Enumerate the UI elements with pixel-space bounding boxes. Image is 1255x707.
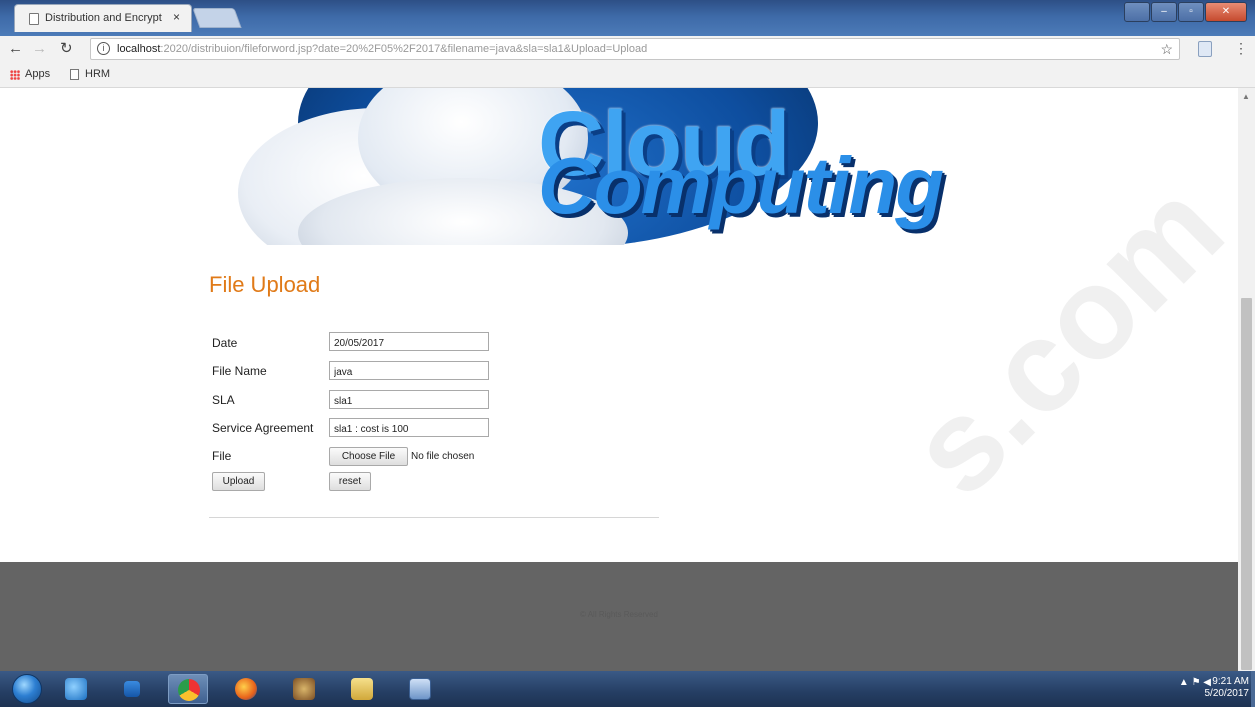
bookmark-hrm[interactable]: HRM <box>85 68 110 80</box>
window-controls: – ▫ ✕ <box>1123 2 1247 22</box>
media-player-icon <box>124 681 140 697</box>
cloud-computing-banner: Cloud Computing <box>238 88 994 245</box>
tab-title: Distribution and Encrypt <box>45 12 162 24</box>
clock-date: 5/20/2017 <box>1204 688 1250 699</box>
clock[interactable]: 9:21 AM 5/20/2017 <box>1205 676 1250 700</box>
footer-text: © All Rights Reserved <box>580 610 658 619</box>
document-icon <box>409 678 431 700</box>
maximize-button[interactable]: ▫ <box>1178 2 1204 22</box>
windows-taskbar: ▲ ⚑ ◀ 9:21 AM 5/20/2017 <box>0 671 1255 707</box>
menu-icon[interactable]: ⋮ <box>1234 40 1248 57</box>
page-footer: © All Rights Reserved <box>0 562 1238 671</box>
browser-tab[interactable]: Distribution and Encrypt × <box>14 4 192 32</box>
taskbar-firefox[interactable] <box>226 674 266 704</box>
taskbar-explorer[interactable] <box>342 674 382 704</box>
back-icon[interactable]: ← <box>8 40 23 58</box>
application-icon <box>293 678 315 700</box>
date-field[interactable] <box>329 332 489 351</box>
taskbar-chrome[interactable] <box>168 674 208 704</box>
file-name-label: File Name <box>212 364 267 378</box>
url-host: localhost <box>117 43 161 55</box>
service-agreement-label: Service Agreement <box>212 421 314 435</box>
page-title: File Upload <box>209 272 321 297</box>
no-file-text: No file chosen <box>411 451 475 462</box>
minimize-button[interactable]: – <box>1151 2 1177 22</box>
reload-icon[interactable]: ↻ <box>60 40 73 58</box>
folder-icon <box>351 678 373 700</box>
sla-label: SLA <box>212 393 235 407</box>
info-icon[interactable]: i <box>97 42 110 55</box>
taskbar-ie[interactable] <box>56 674 96 704</box>
page-viewport: Cloud Computing File Upload Date File Na… <box>0 88 1255 671</box>
choose-file-button[interactable]: Choose File <box>329 447 408 466</box>
browser-window: Distribution and Encrypt × – ▫ ✕ ← → ↻ i… <box>0 0 1255 707</box>
banner-word-computing: Computing <box>538 141 944 230</box>
apps-grid-icon <box>10 70 20 80</box>
reset-button[interactable]: reset <box>329 472 371 491</box>
bookmark-apps[interactable]: Apps <box>25 68 50 80</box>
chrome-icon <box>178 679 200 701</box>
taskbar-media[interactable] <box>112 674 152 704</box>
upload-button[interactable]: Upload <box>212 472 265 491</box>
page-icon <box>70 69 79 80</box>
taskbar-app[interactable] <box>284 674 324 704</box>
browser-toolbar: ← → ↻ i localhost:2020/distribuion/filef… <box>0 36 1255 62</box>
service-agreement-field[interactable] <box>329 418 489 437</box>
forward-icon[interactable]: → <box>32 40 47 58</box>
tab-strip: Distribution and Encrypt × – ▫ ✕ <box>0 0 1255 36</box>
url-path: :2020/distribuion/fileforword.jsp?date=2… <box>160 43 648 55</box>
url-text: localhost:2020/distribuion/fileforword.j… <box>117 43 647 55</box>
internet-explorer-icon <box>65 678 87 700</box>
form-divider <box>209 517 659 518</box>
profile-icon[interactable] <box>1124 2 1150 22</box>
sla-field[interactable] <box>329 390 489 409</box>
bookmark-star-icon[interactable]: ☆ <box>1160 41 1173 58</box>
scrollbar-thumb[interactable] <box>1241 298 1252 670</box>
tab-close-icon[interactable]: × <box>173 10 180 24</box>
file-name-field[interactable] <box>329 361 489 380</box>
taskbar-word[interactable] <box>400 674 440 704</box>
new-tab-button[interactable] <box>192 8 242 28</box>
bookmarks-bar: Apps HRM <box>0 62 1255 88</box>
close-window-button[interactable]: ✕ <box>1205 2 1247 22</box>
clock-time: 9:21 AM <box>1212 676 1249 687</box>
file-label: File <box>212 449 232 463</box>
page-icon <box>29 13 39 25</box>
date-label: Date <box>212 336 238 350</box>
extension-icon[interactable] <box>1198 41 1212 57</box>
show-desktop-button[interactable] <box>1251 671 1255 707</box>
address-bar[interactable]: i localhost:2020/distribuion/fileforword… <box>90 38 1180 60</box>
start-button[interactable] <box>12 674 42 704</box>
firefox-icon <box>235 678 257 700</box>
vertical-scrollbar[interactable]: ▲ <box>1238 88 1255 671</box>
scroll-up-icon[interactable]: ▲ <box>1242 92 1250 101</box>
